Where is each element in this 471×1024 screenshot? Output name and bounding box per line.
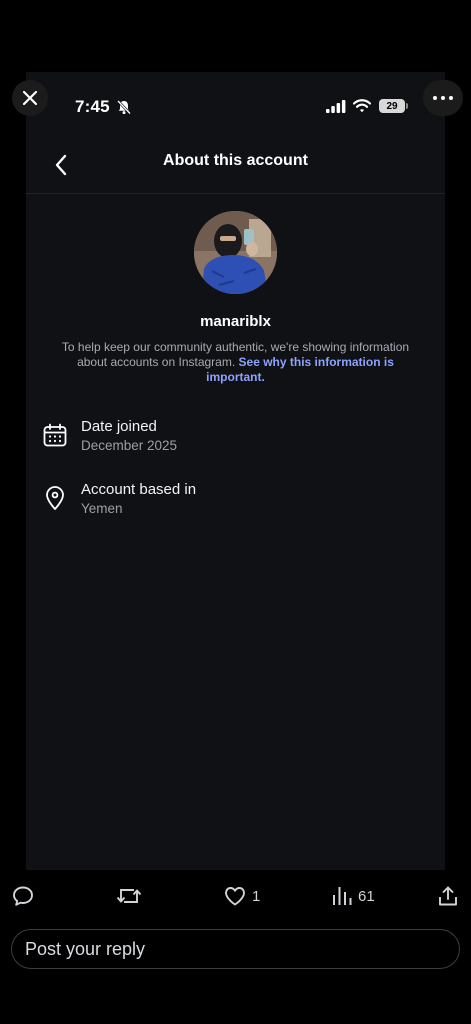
signal-icon xyxy=(326,100,346,113)
detail-label: Account based in xyxy=(81,481,197,498)
view-count: 61 xyxy=(358,887,375,905)
reply-placeholder: Post your reply xyxy=(25,938,146,959)
status-bar: 7:45 29 xyxy=(26,72,445,142)
reply-icon xyxy=(13,886,33,906)
more-dot xyxy=(433,96,437,100)
battery-level: 29 xyxy=(386,100,398,112)
status-time: 7:45 xyxy=(75,97,110,116)
media-viewer: 7:45 29 About this account manariblx To … xyxy=(0,0,471,1024)
share-icon xyxy=(439,886,457,906)
like-button[interactable]: 1 xyxy=(223,878,260,914)
detail-row-account-based: Account based in Yemen xyxy=(26,481,445,525)
location-pin-icon xyxy=(46,486,64,510)
like-count: 1 xyxy=(252,887,261,905)
heart-icon xyxy=(225,887,245,906)
wifi-icon xyxy=(353,99,371,113)
nav-bar: About this account xyxy=(26,142,445,194)
detail-value: December 2025 xyxy=(81,438,178,453)
calendar-icon xyxy=(43,423,67,447)
avatar-photo xyxy=(194,211,277,294)
screenshot-image: 7:45 29 About this account manariblx To … xyxy=(26,72,445,870)
repost-button[interactable] xyxy=(116,878,142,914)
close-button[interactable] xyxy=(12,80,48,116)
post-actions-bar: 1 61 xyxy=(0,878,471,914)
views-button[interactable]: 61 xyxy=(331,878,375,914)
battery-icon: 29 xyxy=(379,99,408,113)
more-dot xyxy=(449,96,453,100)
detail-value: Yemen xyxy=(81,501,123,516)
close-icon xyxy=(22,90,38,106)
share-button[interactable] xyxy=(436,878,460,914)
detail-label: Date joined xyxy=(81,418,157,435)
info-link[interactable]: See why this information is important. xyxy=(206,355,394,384)
repost-icon xyxy=(116,889,142,903)
username: manariblx xyxy=(200,313,271,330)
more-options-button[interactable] xyxy=(423,80,463,116)
info-text: To help keep our community authentic, we… xyxy=(56,340,415,385)
page-title: About this account xyxy=(163,152,308,169)
reply-button[interactable] xyxy=(11,878,35,914)
reply-input[interactable]: Post your reply xyxy=(11,929,460,969)
views-icon xyxy=(333,887,352,905)
bell-muted-icon xyxy=(117,100,131,115)
avatar xyxy=(194,211,277,294)
detail-row-date-joined: Date joined December 2025 xyxy=(26,418,445,462)
more-dot xyxy=(441,96,445,100)
